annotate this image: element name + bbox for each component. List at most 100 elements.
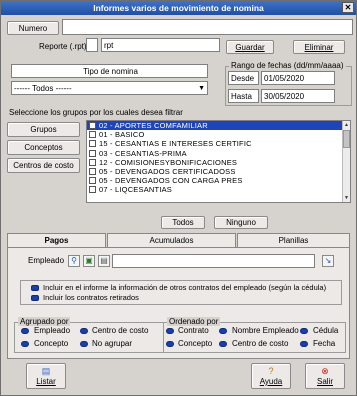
agrupado-title: Agrupado por — [18, 317, 71, 326]
grupos-button[interactable]: Grupos — [7, 122, 80, 137]
scroll-down-icon[interactable]: ▼ — [343, 194, 350, 202]
ayuda-label: Ayuda — [259, 377, 283, 386]
document-icon[interactable]: ▤ — [98, 255, 110, 267]
desde-label: Desde — [228, 71, 259, 85]
hasta-label: Hasta — [228, 89, 259, 103]
clear-icon[interactable]: ↘ — [322, 255, 334, 267]
scroll-thumb[interactable] — [343, 130, 350, 148]
group-checkbox[interactable] — [89, 167, 96, 175]
ordenado-cedula-label: Cédula — [313, 326, 339, 335]
scroll-up-icon[interactable]: ▲ — [343, 121, 350, 129]
ordenado-title: Ordenado por — [167, 317, 221, 326]
eliminar-button[interactable]: Eliminar — [293, 40, 345, 54]
ordenado-centro-radio[interactable] — [219, 341, 227, 347]
reporte-input[interactable]: rpt — [101, 38, 220, 52]
group-label: 01 - BASICO — [99, 130, 145, 140]
group-checkbox[interactable] — [89, 149, 96, 157]
salir-label: Salir — [316, 377, 333, 386]
group-label: 05 - DEVENGADOS CON CARGA PRES — [99, 176, 243, 186]
picture-icon[interactable]: ▣ — [83, 255, 95, 267]
group-checkbox[interactable] — [89, 131, 96, 139]
group-checkbox[interactable] — [89, 186, 96, 194]
list-item[interactable]: 12 - COMISIONESYBONIFICACIONES — [87, 158, 350, 167]
list-item[interactable]: 15 - CESANTIAS E INTERESES CERTIFIC — [87, 139, 350, 148]
listar-button[interactable]: ▤ Listar — [26, 363, 66, 389]
group-label: 07 - LIQCESANTIAS — [99, 185, 173, 195]
tipo-nomina-header: Tipo de nomina — [11, 64, 208, 78]
agrupado-concepto-label: Concepto — [34, 339, 69, 348]
todos-button[interactable]: Todos — [161, 216, 205, 229]
tipo-nomina-select[interactable]: ------ Todos ------ ▼ — [11, 81, 208, 95]
reporte-label: Reporte (.rpt) — [39, 42, 87, 51]
group-label: 12 - COMISIONESYBONIFICACIONES — [99, 157, 238, 167]
agrupado-empleado-radio[interactable] — [21, 328, 29, 334]
list-item[interactable]: 01 - BASICO — [87, 130, 350, 139]
search-icon[interactable]: ⚲ — [68, 255, 80, 267]
ordenado-centro-label: Centro de costo — [232, 339, 289, 348]
title-bar: Informes varios de movimiento de nomina … — [1, 1, 356, 15]
group-checkbox[interactable]: ✓ — [89, 122, 96, 129]
hasta-input[interactable]: 30/05/2020 — [261, 89, 335, 103]
group-label: 03 - CESANTIAS-PRIMA — [99, 148, 187, 158]
tipo-nomina-value: ------ Todos ------ — [14, 84, 72, 93]
ordenado-fecha-label: Fecha — [313, 339, 336, 348]
rango-fechas-title: Rango de fechas (dd/mm/aaaa) — [229, 61, 346, 70]
group-checkbox[interactable] — [89, 177, 96, 185]
listar-label: Listar — [36, 377, 56, 386]
exit-icon: ⊗ — [321, 366, 329, 376]
numero-button[interactable]: Numero — [7, 21, 59, 35]
empleado-label: Empleado — [28, 256, 65, 265]
list-item[interactable]: ✓ 02 - APORTES COMFAMILIAR — [87, 121, 350, 131]
ordenado-cedula-radio[interactable] — [300, 328, 308, 334]
centros-costo-button[interactable]: Centros de costo — [7, 158, 80, 173]
group-label: 15 - CESANTIAS E INTERESES CERTIFIC — [99, 139, 252, 149]
list-item[interactable]: 07 - LIQCESANTIAS — [87, 185, 350, 194]
agrupado-concepto-radio[interactable] — [21, 341, 29, 347]
conceptos-button[interactable]: Conceptos — [7, 140, 80, 155]
salir-button[interactable]: ⊗ Salir — [305, 363, 345, 389]
tab-pagos[interactable]: Pagos — [7, 233, 106, 248]
ordenado-concepto-label: Concepto — [178, 339, 213, 348]
incluir-retirados-checkbox[interactable] — [31, 295, 39, 301]
reporte-prefix-input[interactable] — [86, 38, 98, 52]
group-checkbox[interactable] — [89, 140, 96, 148]
group-label: 02 - APORTES COMFAMILIAR — [99, 121, 208, 130]
ordenado-nombre-radio[interactable] — [219, 328, 227, 334]
window-title: Informes varios de movimiento de nomina — [93, 3, 264, 13]
groups-listbox[interactable]: ✓ 02 - APORTES COMFAMILIAR 01 - BASICO 15 -… — [86, 120, 351, 203]
guardar-button[interactable]: Guardar — [226, 40, 274, 54]
agrupado-no-agrupar-radio[interactable] — [80, 341, 88, 347]
agrupado-centro-radio[interactable] — [80, 328, 88, 334]
pagos-panel: Empleado ⚲ ▣ ▤ ↘ Incluir en el informe l… — [7, 247, 350, 359]
tab-acumulados[interactable]: Acumulados — [107, 233, 236, 247]
incluir-info-label: Incluir en el informe la información de … — [43, 283, 327, 292]
tab-planillas[interactable]: Planillas — [237, 233, 350, 247]
ninguno-button[interactable]: Ninguno — [214, 216, 268, 229]
empleado-input[interactable] — [112, 254, 315, 268]
help-icon: ? — [268, 366, 274, 376]
guardar-label: Guardar — [235, 43, 265, 52]
group-checkbox[interactable] — [89, 158, 96, 166]
agrupado-no-agrupar-label: No agrupar — [92, 339, 133, 348]
filter-instruction: Seleccione los grupos por los cuales des… — [9, 108, 183, 117]
ordenado-contrato-radio[interactable] — [166, 328, 174, 334]
list-scrollbar[interactable]: ▲ ▼ — [342, 121, 350, 202]
list-item[interactable]: 05 - DEVENGADOS CERTIFICADOSS — [87, 167, 350, 176]
ordenado-concepto-radio[interactable] — [166, 341, 174, 347]
ordenado-fecha-radio[interactable] — [300, 341, 308, 347]
ayuda-button[interactable]: ? Ayuda — [251, 363, 291, 389]
desde-input[interactable]: 01/05/2020 — [261, 71, 335, 85]
report-window: Informes varios de movimiento de nomina … — [0, 0, 357, 396]
incluir-info-checkbox[interactable] — [31, 285, 39, 291]
list-item[interactable]: 03 - CESANTIAS-PRIMA — [87, 149, 350, 158]
ordenado-nombre-label: Nombre Empleado — [232, 326, 299, 335]
printer-icon: ▤ — [41, 366, 51, 376]
agrupado-centro-label: Centro de costo — [92, 326, 149, 335]
agrupado-empleado-label: Empleado — [34, 326, 71, 335]
chevron-down-icon[interactable]: ▼ — [198, 82, 205, 94]
close-icon[interactable]: ✕ — [342, 2, 354, 13]
eliminar-label: Eliminar — [304, 43, 334, 52]
numero-input[interactable] — [62, 19, 353, 35]
list-item[interactable]: 05 - DEVENGADOS CON CARGA PRES — [87, 176, 350, 185]
ordenado-contrato-label: Contrato — [178, 326, 209, 335]
